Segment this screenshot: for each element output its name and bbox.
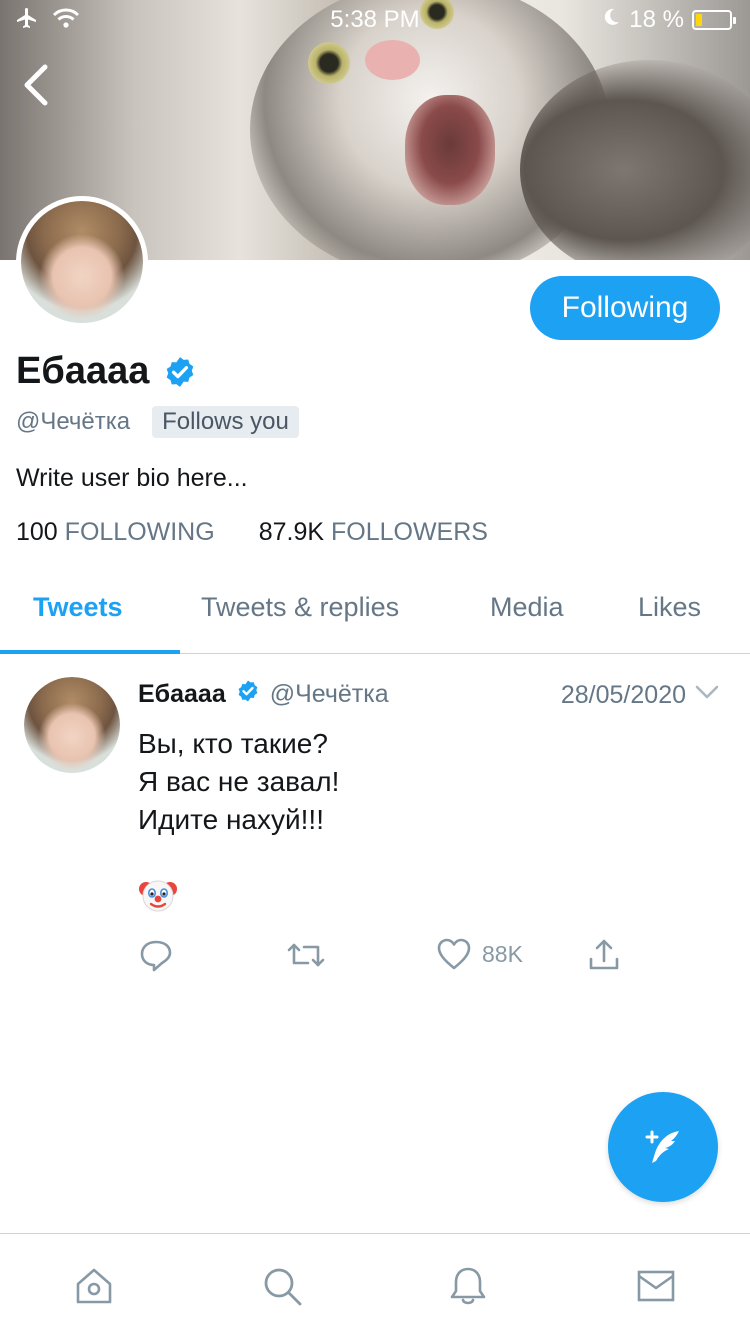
profile-stats: 100 FOLLOWING 87.9K FOLLOWERS bbox=[16, 518, 488, 547]
nav-messages[interactable] bbox=[632, 1262, 680, 1310]
tweet-line: Вы, кто такие? bbox=[138, 728, 328, 759]
nav-search[interactable] bbox=[258, 1262, 306, 1310]
verified-badge-icon bbox=[236, 679, 260, 710]
share-icon bbox=[589, 939, 619, 970]
profile-bio: Write user bio here... bbox=[16, 464, 248, 492]
profile-handle: @Чечётка bbox=[16, 408, 131, 435]
tab-tweets[interactable]: Tweets bbox=[33, 592, 123, 623]
tweet-author-name: Ебаааа bbox=[138, 680, 226, 708]
display-name-text: Ебаааа bbox=[16, 350, 150, 392]
tweet-text: Вы, кто такие? Я вас не завал! Идите нах… bbox=[138, 725, 339, 839]
followers-count: 87.9K bbox=[258, 518, 325, 546]
tweet[interactable]: Ебаааа @Чечётка 28/05/2020 Вы, кто такие… bbox=[0, 655, 750, 995]
home-icon bbox=[76, 1268, 112, 1304]
chevron-left-icon bbox=[24, 64, 48, 106]
battery-percent: 18 % bbox=[629, 6, 684, 33]
like-count: 88K bbox=[482, 940, 523, 967]
profile-avatar[interactable] bbox=[16, 196, 148, 328]
followers-label: FOLLOWERS bbox=[330, 518, 488, 546]
search-icon bbox=[264, 1268, 302, 1306]
tweet-author: Ебаааа @Чечётка bbox=[138, 679, 389, 710]
tweet-actions: 88K bbox=[138, 937, 638, 977]
heart-icon bbox=[437, 938, 471, 970]
back-button[interactable] bbox=[10, 55, 60, 115]
handle-row: @Чечётка Follows you bbox=[16, 406, 299, 438]
tweet-author-handle: @Чечётка bbox=[269, 680, 389, 708]
tweet-line: Идите нахуй!!! bbox=[138, 804, 324, 835]
tab-likes[interactable]: Likes bbox=[638, 592, 701, 623]
profile-tabs: Tweets Tweets & replies Media Likes bbox=[0, 570, 750, 654]
following-count: 100 bbox=[16, 518, 58, 546]
tweet-avatar[interactable] bbox=[24, 677, 120, 773]
followers-stat[interactable]: 87.9K FOLLOWERS bbox=[259, 518, 488, 547]
mail-icon bbox=[637, 1270, 675, 1302]
status-bar: 5:38 PM 18 % bbox=[0, 0, 750, 40]
share-button[interactable] bbox=[586, 937, 622, 973]
reply-button[interactable] bbox=[138, 937, 174, 973]
retweet-button[interactable] bbox=[286, 937, 326, 973]
clown-face-icon bbox=[138, 875, 178, 915]
tweet-date-row: 28/05/2020 bbox=[561, 679, 720, 712]
following-label: FOLLOWING bbox=[64, 518, 215, 546]
nav-notifications[interactable] bbox=[444, 1262, 492, 1310]
tab-media[interactable]: Media bbox=[490, 592, 564, 623]
compose-tweet-button[interactable] bbox=[608, 1092, 718, 1202]
verified-badge-icon bbox=[163, 355, 197, 389]
following-button[interactable]: Following bbox=[530, 276, 720, 340]
nav-home[interactable] bbox=[70, 1262, 118, 1310]
like-button[interactable]: 88K bbox=[436, 937, 523, 971]
reply-icon bbox=[140, 940, 172, 972]
feather-plus-icon bbox=[645, 1130, 679, 1163]
tweet-line: Я вас не завал! bbox=[138, 766, 340, 797]
retweet-icon bbox=[287, 943, 325, 967]
chevron-down-icon[interactable] bbox=[694, 679, 720, 712]
bell-icon bbox=[450, 1267, 486, 1305]
tab-tweets-replies[interactable]: Tweets & replies bbox=[201, 592, 399, 623]
profile-display-name: Ебаааа bbox=[16, 350, 197, 393]
tweet-date: 28/05/2020 bbox=[560, 681, 686, 709]
battery-charging-icon bbox=[692, 10, 736, 30]
bottom-nav bbox=[0, 1233, 750, 1334]
active-tab-indicator bbox=[0, 650, 180, 654]
following-stat[interactable]: 100 FOLLOWING bbox=[16, 518, 215, 547]
moon-icon bbox=[601, 6, 621, 34]
follows-you-badge: Follows you bbox=[152, 406, 299, 438]
